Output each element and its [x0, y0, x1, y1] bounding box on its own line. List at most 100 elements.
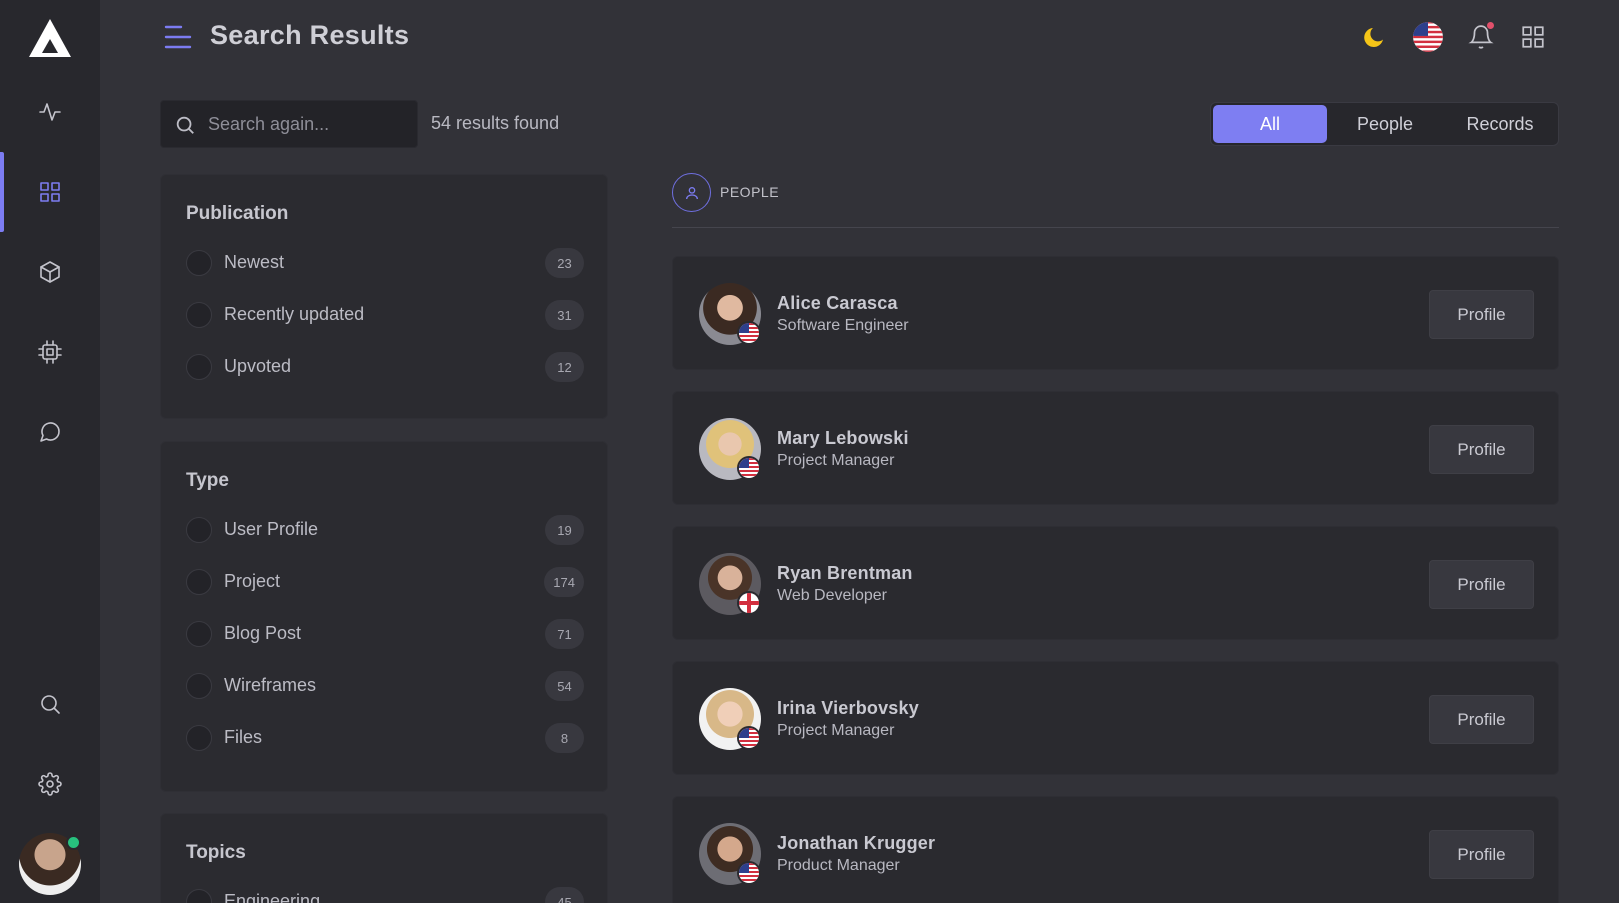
filter-panel-publication: Publication Newest 23 Recently updated 3…	[160, 174, 608, 419]
radio-button[interactable]	[186, 517, 212, 543]
sidebar	[0, 0, 100, 903]
filter-label: Upvoted	[224, 356, 292, 376]
logo-icon[interactable]	[27, 17, 73, 59]
filter-option-blog-post[interactable]: Blog Post 71	[186, 619, 584, 649]
radio-button[interactable]	[186, 354, 212, 380]
divider	[672, 227, 1559, 228]
search-input[interactable]	[208, 101, 408, 147]
count-badge: 71	[545, 619, 584, 649]
radio-button[interactable]	[186, 569, 212, 595]
count-badge: 31	[545, 300, 584, 330]
filter-option-user-profile[interactable]: User Profile 19	[186, 515, 584, 545]
count-badge: 54	[545, 671, 584, 701]
england-flag-icon	[737, 591, 761, 615]
profile-button[interactable]: Profile	[1429, 425, 1534, 474]
radio-button[interactable]	[186, 621, 212, 647]
filter-option-recently-updated[interactable]: Recently updated 31	[186, 300, 584, 330]
person-name: Mary Lebowski	[777, 428, 909, 448]
person-card: Jonathan Krugger Product Manager Profile	[672, 796, 1559, 903]
filter-label: User Profile	[224, 519, 319, 539]
activity-icon	[39, 103, 61, 121]
person-name: Jonathan Krugger	[777, 833, 936, 853]
us-flag-icon	[737, 861, 761, 885]
filter-label: Project	[224, 571, 281, 591]
filter-label: Engineering	[224, 891, 321, 903]
person-name: Ryan Brentman	[777, 563, 913, 583]
person-role: Product Manager	[777, 857, 900, 874]
filter-option-engineering[interactable]: Engineering 45	[186, 887, 584, 903]
filter-label: Recently updated	[224, 304, 365, 324]
apps-button[interactable]	[1516, 20, 1550, 54]
user-icon	[672, 173, 711, 212]
count-badge: 8	[545, 723, 584, 753]
person-card: Irina Vierbovsky Project Manager Profile	[672, 661, 1559, 775]
moon-icon	[1364, 28, 1383, 47]
language-selector[interactable]	[1411, 20, 1445, 54]
person-name: Irina Vierbovsky	[777, 698, 919, 718]
panel-title: Type	[186, 470, 229, 491]
radio-button[interactable]	[186, 889, 212, 903]
sidebar-item-activity[interactable]	[0, 72, 100, 152]
person-card: Mary Lebowski Project Manager Profile	[672, 391, 1559, 505]
sidebar-item-products[interactable]	[0, 232, 100, 312]
theme-toggle[interactable]	[1358, 20, 1392, 54]
person-card: Ryan Brentman Web Developer Profile	[672, 526, 1559, 640]
us-flag-icon	[737, 726, 761, 750]
gear-icon	[38, 772, 62, 796]
radio-button[interactable]	[186, 673, 212, 699]
profile-button[interactable]: Profile	[1429, 560, 1534, 609]
tab-all[interactable]: All	[1213, 105, 1327, 143]
results-count: 54 results found	[431, 113, 560, 133]
notifications-button[interactable]	[1464, 20, 1498, 54]
user-avatar[interactable]	[19, 833, 81, 895]
person-role: Project Manager	[777, 722, 895, 739]
menu-icon[interactable]	[164, 24, 192, 50]
us-flag-icon	[737, 456, 761, 480]
result-type-tabs: All People Records	[1210, 102, 1559, 146]
filter-label: Files	[224, 727, 263, 747]
us-flag-icon	[1413, 22, 1443, 52]
filter-option-files[interactable]: Files 8	[186, 723, 584, 753]
person-card: Alice Carasca Software Engineer Profile	[672, 256, 1559, 370]
online-status-dot	[66, 835, 81, 850]
filter-panel-type: Type User Profile 19 Project 174 Blog Po…	[160, 441, 608, 792]
apps-grid-icon	[1522, 26, 1544, 48]
sidebar-item-settings[interactable]	[0, 744, 100, 824]
count-badge: 19	[545, 515, 584, 545]
sidebar-item-messages[interactable]	[0, 392, 100, 472]
profile-button[interactable]: Profile	[1429, 695, 1534, 744]
count-badge: 174	[544, 567, 584, 597]
radio-button[interactable]	[186, 725, 212, 751]
page-title: Search Results	[210, 20, 410, 50]
radio-button[interactable]	[186, 250, 212, 276]
panel-title: Topics	[186, 842, 246, 863]
filter-label: Wireframes	[224, 675, 317, 695]
filter-option-project[interactable]: Project 174	[186, 567, 584, 597]
search-icon	[176, 116, 194, 134]
count-badge: 45	[545, 887, 584, 903]
person-role: Web Developer	[777, 587, 887, 604]
filter-option-wireframes[interactable]: Wireframes 54	[186, 671, 584, 701]
section-label: PEOPLE	[720, 184, 780, 200]
person-role: Software Engineer	[777, 317, 909, 334]
us-flag-icon	[737, 321, 761, 345]
profile-button[interactable]: Profile	[1429, 290, 1534, 339]
count-badge: 23	[545, 248, 584, 278]
sidebar-item-search[interactable]	[0, 664, 100, 744]
search-box	[160, 100, 418, 148]
grid-icon	[40, 182, 60, 202]
person-name: Alice Carasca	[777, 293, 898, 313]
filter-option-newest[interactable]: Newest 23	[186, 248, 584, 278]
filter-label: Newest	[224, 252, 285, 272]
profile-button[interactable]: Profile	[1429, 830, 1534, 879]
radio-button[interactable]	[186, 302, 212, 328]
sidebar-item-hardware[interactable]	[0, 312, 100, 392]
message-icon	[40, 422, 60, 442]
count-badge: 12	[545, 352, 584, 382]
filter-option-upvoted[interactable]: Upvoted 12	[186, 352, 584, 382]
sidebar-item-dashboard[interactable]	[0, 152, 100, 232]
search-icon	[41, 695, 60, 714]
person-role: Project Manager	[777, 452, 895, 469]
tab-records[interactable]: Records	[1443, 105, 1557, 143]
tab-people[interactable]: People	[1328, 105, 1442, 143]
